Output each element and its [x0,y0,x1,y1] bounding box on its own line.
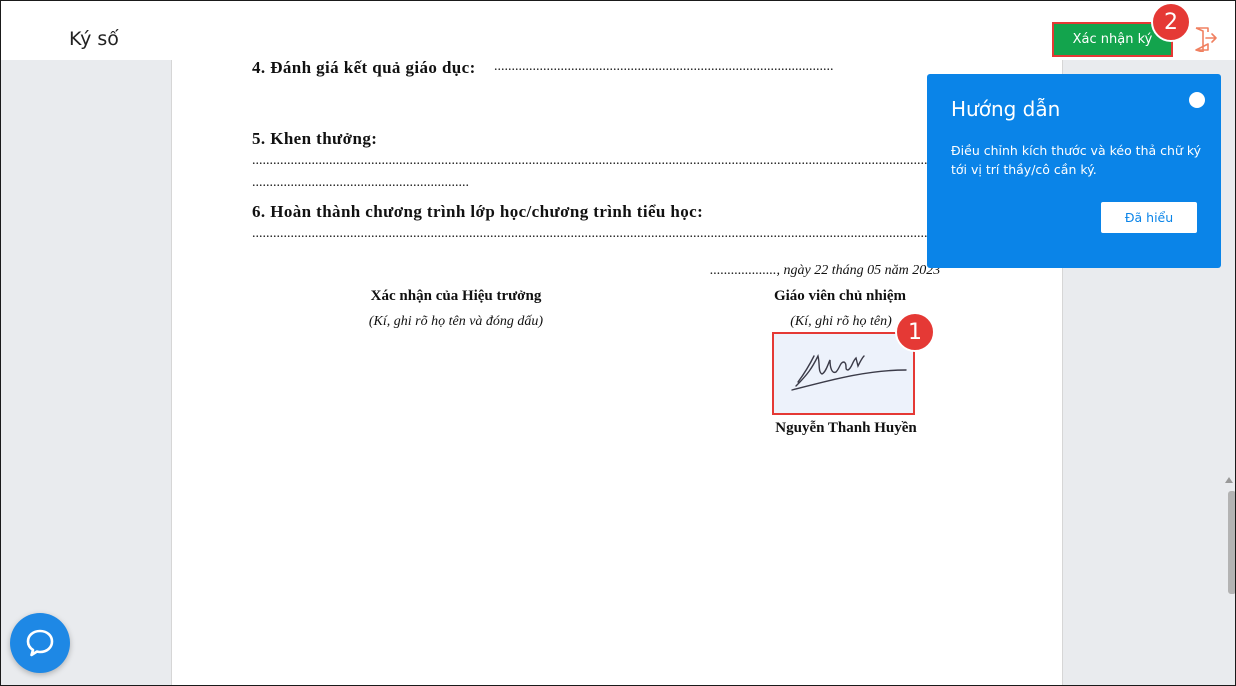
step-1-badge: 1 [895,312,935,352]
guide-text: Điều chỉnh kích thước và kéo thả chữ ký … [951,143,1202,177]
date-line: ..................., ngày 22 tháng 05 nă… [710,263,941,278]
app-title: Ký số [69,28,119,50]
scroll-thumb[interactable] [1228,491,1235,594]
top-bar: Ký số Xác nhận ký [1,1,1235,60]
section-5-dots-line2: ........................................… [252,175,469,190]
principal-title: Xác nhận của Hiệu trưởng [370,288,542,304]
left-gutter [1,60,171,685]
chat-button[interactable] [10,613,70,673]
guide-understood-button[interactable]: Đã hiểu [1101,202,1197,233]
teacher-title: Giáo viên chủ nhiệm [773,288,907,304]
section-5-heading: 5. Khen thưởng: [252,129,378,148]
section-5-dots-line1: ........................................… [252,153,932,168]
guide-title: Hướng dẫn [951,97,1061,121]
app-window: 4. Đánh giá kết quả giáo dục: ..........… [0,0,1236,686]
section-4-dots: ........................................… [494,59,834,74]
principal-note: (Kí, ghi rõ họ tên và đóng dấu) [368,314,544,329]
chat-bubble-icon [26,629,54,657]
section-4-heading: 4. Đánh giá kết quả giáo dục: [252,58,476,77]
section-6-dots: ........................................… [252,226,932,241]
teacher-name: Nguyễn Thanh Huyền [775,420,917,436]
scroll-up-arrow-icon[interactable] [1225,477,1233,483]
section-6-heading: 6. Hoàn thành chương trình lớp học/chươn… [252,202,704,221]
signature-box[interactable] [772,332,915,415]
step-2-badge: 2 [1151,2,1191,42]
exit-door-icon[interactable] [1192,26,1218,52]
guide-popup: Hướng dẫn Điều chỉnh kích thước và kéo t… [927,74,1221,268]
handwritten-signature [791,353,907,391]
guide-close-icon[interactable] [1189,92,1205,108]
